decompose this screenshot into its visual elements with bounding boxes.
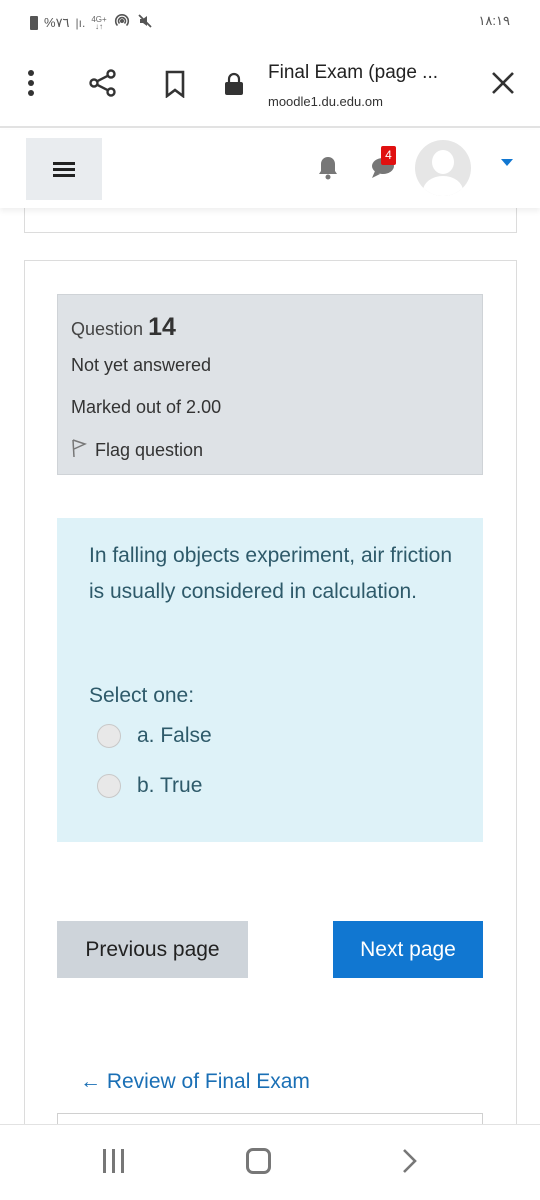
- mute-icon: [137, 13, 153, 32]
- answer-option-false[interactable]: a. False: [97, 724, 212, 748]
- clock: ١٨:١٩: [478, 13, 510, 28]
- share-icon[interactable]: [88, 68, 118, 103]
- question-label: Question: [71, 319, 144, 339]
- hotspot-icon: [113, 12, 131, 33]
- back-chevron-icon[interactable]: [400, 1147, 420, 1180]
- notifications-bell-icon[interactable]: [316, 155, 340, 186]
- flag-icon: [71, 438, 88, 463]
- battery-level: %٧٦: [44, 14, 70, 30]
- question-marks: Marked out of 2.00: [71, 397, 222, 417]
- page-title: Final Exam (page ...: [268, 62, 439, 83]
- network-type: 4G+: [91, 14, 107, 24]
- answer-option-true[interactable]: b. True: [97, 774, 202, 798]
- question-number: 14: [148, 313, 176, 341]
- bookmark-icon[interactable]: [164, 70, 186, 103]
- review-quiz-link[interactable]: ← Review of Final Exam: [80, 1070, 310, 1094]
- user-menu-caret-icon[interactable]: [501, 159, 513, 166]
- more-vert-icon[interactable]: [28, 70, 36, 100]
- previous-page-button[interactable]: Previous page: [57, 921, 248, 978]
- close-icon[interactable]: [490, 70, 516, 101]
- moodle-navbar: 4: [0, 130, 540, 208]
- message-count-badge: 4: [381, 146, 396, 165]
- network-4g-icon: 4G+ ↓↑: [91, 14, 107, 31]
- system-navigation-bar: [0, 1124, 540, 1200]
- question-text: In falling objects experiment, air frict…: [89, 544, 452, 603]
- question-heading: Question 14: [71, 313, 176, 342]
- page-info[interactable]: Final Exam (page ... moodle1.du.edu.om: [268, 62, 438, 109]
- lock-icon[interactable]: [224, 72, 244, 101]
- question-state: Not yet answered: [71, 355, 212, 375]
- hamburger-icon: [53, 159, 75, 180]
- home-icon[interactable]: [246, 1148, 271, 1174]
- radio-button[interactable]: [97, 774, 121, 798]
- question-info-box: Question 14 Not yet answered Marked out …: [57, 294, 483, 475]
- signal-icon: |ı.: [75, 15, 86, 30]
- battery-icon: [30, 15, 38, 30]
- select-one-prompt: Select one:: [89, 684, 195, 707]
- answer-label: b. True: [137, 774, 203, 797]
- page-url: moodle1.du.edu.om: [268, 94, 383, 109]
- status-bar: %٧٦ |ı. 4G+ ↓↑ ١٨:١٩: [0, 0, 540, 40]
- radio-button[interactable]: [97, 724, 121, 748]
- browser-toolbar: Final Exam (page ... moodle1.du.edu.om: [0, 40, 540, 128]
- flag-question-label: Flag question: [95, 440, 204, 460]
- answer-label: a. False: [137, 724, 212, 747]
- user-avatar[interactable]: [415, 140, 471, 196]
- recent-apps-icon[interactable]: [103, 1149, 124, 1173]
- next-page-button[interactable]: Next page: [333, 921, 483, 978]
- question-content: In falling objects experiment, air frict…: [57, 518, 483, 842]
- flag-question-link[interactable]: Flag question: [71, 438, 203, 463]
- hamburger-menu-button[interactable]: [26, 138, 102, 200]
